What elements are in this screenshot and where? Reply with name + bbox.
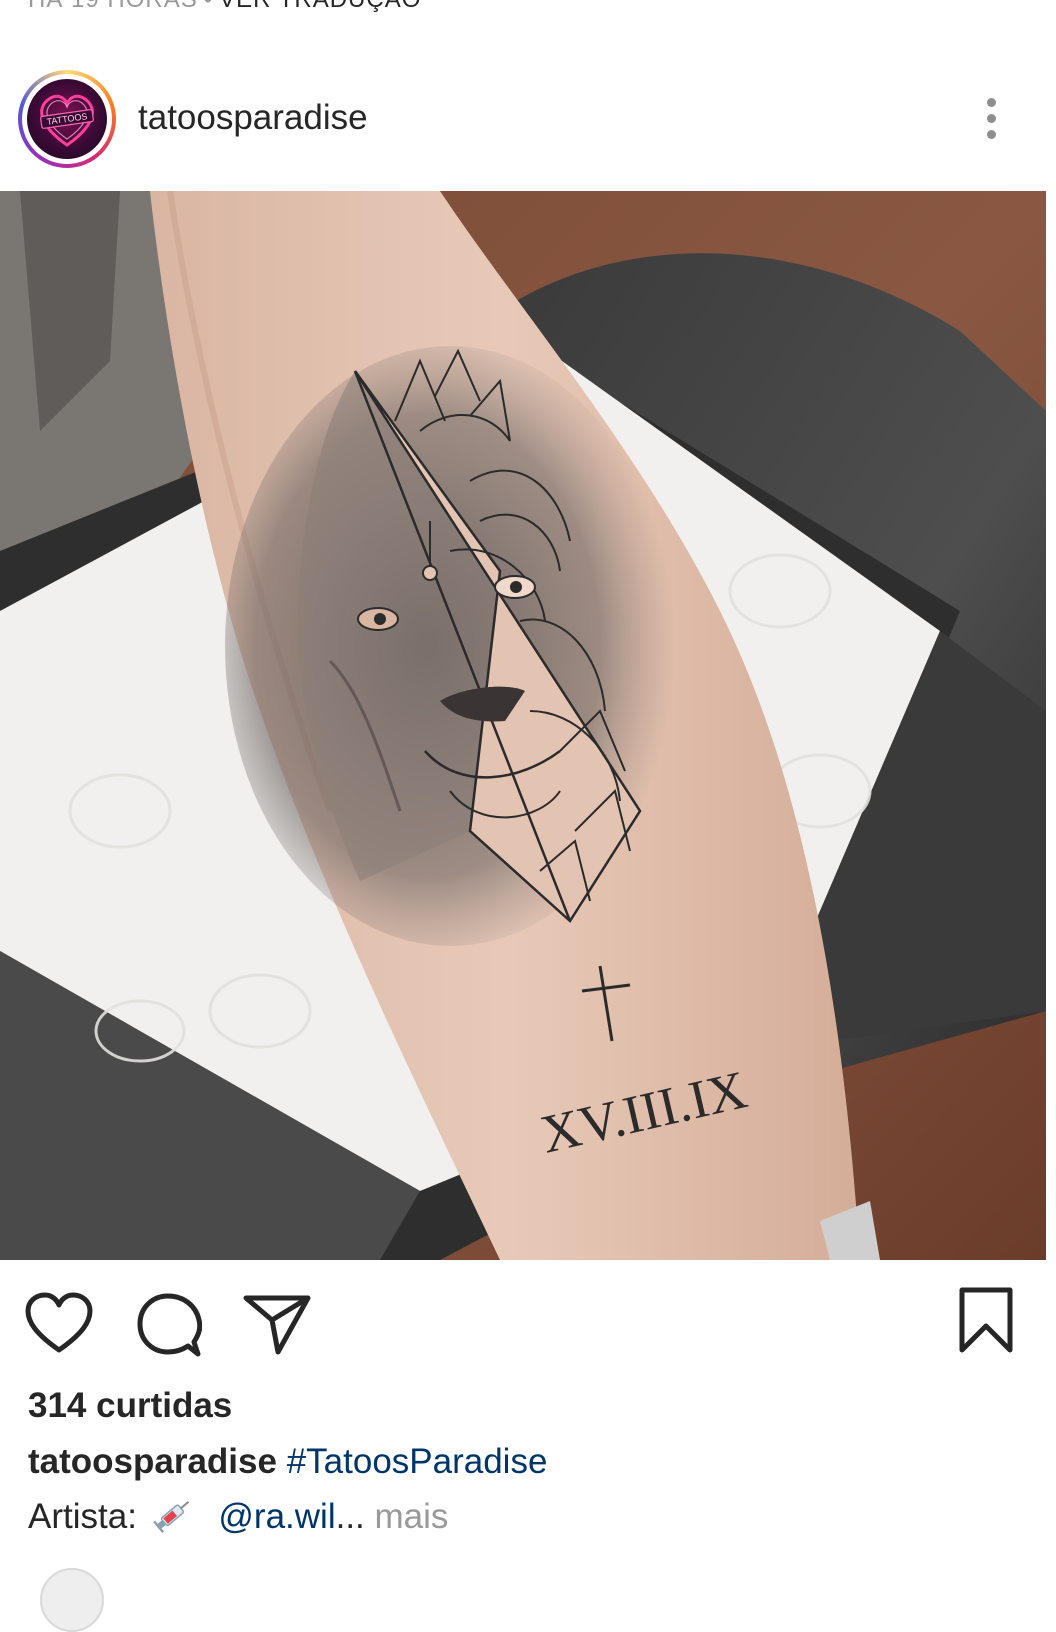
see-translation-link[interactable]: VER TRADUÇÃO	[219, 0, 421, 13]
tattoo-photo: XV.III.IX	[0, 191, 1046, 1260]
caption-ellipsis: ...	[335, 1496, 365, 1536]
more-options-icon[interactable]	[976, 98, 1006, 146]
avatar[interactable]: TATTOOS	[27, 79, 107, 159]
post-username[interactable]: tatoosparadise	[138, 98, 368, 138]
syringe-icon	[152, 1494, 195, 1543]
post-actions-bar	[0, 1284, 1056, 1364]
likes-count[interactable]: 314 curtidas	[28, 1386, 232, 1426]
comment-icon[interactable]	[136, 1292, 203, 1363]
bookmark-icon[interactable]	[958, 1286, 1014, 1361]
avatar-neon-heart-logo: TATTOOS	[40, 94, 94, 147]
caption: tatoosparadise #TatoosParadise	[28, 1442, 547, 1482]
meta-separator: •	[204, 0, 213, 13]
caption-artist-line: Artista: @ra.wil... mais	[28, 1494, 448, 1543]
caption-username[interactable]: tatoosparadise	[28, 1442, 277, 1481]
caption-hashtag[interactable]: #TatoosParadise	[287, 1442, 548, 1481]
artist-mention[interactable]: @ra.wil	[218, 1497, 335, 1536]
caption-more-link[interactable]: mais	[375, 1497, 449, 1536]
artist-label: Artista:	[28, 1496, 137, 1536]
heart-icon[interactable]	[24, 1292, 94, 1361]
post-header: TATTOOS tatoosparadise	[0, 62, 1056, 182]
next-comment-avatar[interactable]	[40, 1568, 104, 1632]
send-icon[interactable]	[242, 1292, 312, 1361]
previous-post-meta: HÁ 19 HORAS • VER TRADUÇÃO	[28, 0, 421, 14]
story-ring[interactable]: TATTOOS	[18, 70, 116, 168]
post-time: HÁ 19 HORAS	[28, 0, 198, 13]
post-image[interactable]: XV.III.IX	[0, 191, 1046, 1260]
lion-tattoo	[225, 346, 675, 946]
